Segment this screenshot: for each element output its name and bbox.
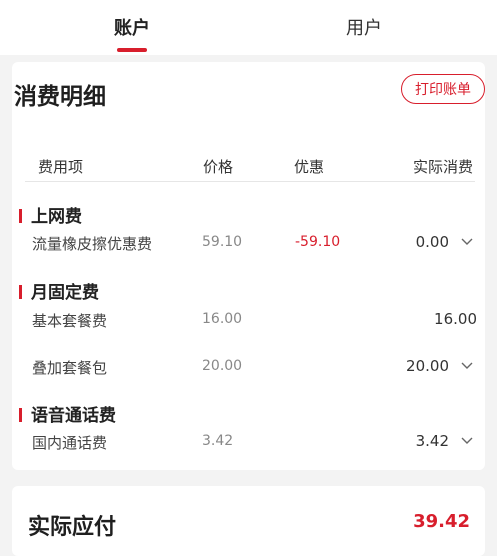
total-label: 实际应付 bbox=[28, 515, 117, 540]
item-name: 叠加套餐包 bbox=[32, 359, 108, 377]
total-value: 39.42 bbox=[413, 511, 470, 532]
group-label: 上网费 bbox=[31, 207, 82, 227]
tab-user[interactable]: 用户 bbox=[346, 14, 382, 40]
item-actual: 0.00 bbox=[415, 233, 449, 251]
active-tab-indicator bbox=[117, 48, 147, 52]
details-title: 消费明细 bbox=[14, 84, 106, 110]
header-divider bbox=[25, 181, 475, 182]
item-price: 20.00 bbox=[202, 358, 243, 374]
chevron-down-icon[interactable] bbox=[461, 362, 473, 369]
column-header-price: 价格 bbox=[203, 158, 234, 176]
item-name: 流量橡皮擦优惠费 bbox=[32, 235, 153, 253]
tab-account[interactable]: 账户 bbox=[114, 14, 150, 40]
item-actual: 20.00 bbox=[406, 357, 449, 375]
chevron-down-icon[interactable] bbox=[461, 437, 473, 444]
column-header-actual: 实际消费 bbox=[412, 158, 473, 176]
group-voice-call: 语音通话费 bbox=[19, 401, 116, 426]
group-marker bbox=[19, 285, 22, 299]
item-name: 国内通话费 bbox=[32, 434, 108, 452]
item-price: 59.10 bbox=[202, 234, 243, 250]
item-discount: -59.10 bbox=[295, 234, 341, 250]
column-header-item: 费用项 bbox=[38, 158, 84, 176]
tab-bar: 账户 用户 bbox=[0, 0, 497, 55]
group-label: 月固定费 bbox=[31, 283, 99, 303]
print-bill-button[interactable]: 打印账单 bbox=[401, 74, 485, 104]
item-name: 基本套餐费 bbox=[32, 312, 108, 330]
item-actual: 3.42 bbox=[415, 432, 449, 450]
group-label: 语音通话费 bbox=[31, 406, 116, 426]
group-monthly-fixed: 月固定费 bbox=[19, 278, 99, 303]
column-header-discount: 优惠 bbox=[294, 158, 325, 176]
group-internet: 上网费 bbox=[19, 202, 82, 227]
total-payable-card: 实际应付 39.42 bbox=[12, 486, 485, 556]
chevron-down-icon[interactable] bbox=[461, 238, 473, 245]
item-price: 16.00 bbox=[202, 311, 243, 327]
group-marker bbox=[19, 408, 22, 422]
item-actual: 16.00 bbox=[434, 310, 477, 328]
item-price: 3.42 bbox=[202, 433, 234, 449]
group-marker bbox=[19, 209, 22, 223]
consumption-details-card: 消费明细 打印账单 费用项 价格 优惠 实际消费 上网费 流量橡皮擦优惠费 59… bbox=[12, 62, 485, 470]
